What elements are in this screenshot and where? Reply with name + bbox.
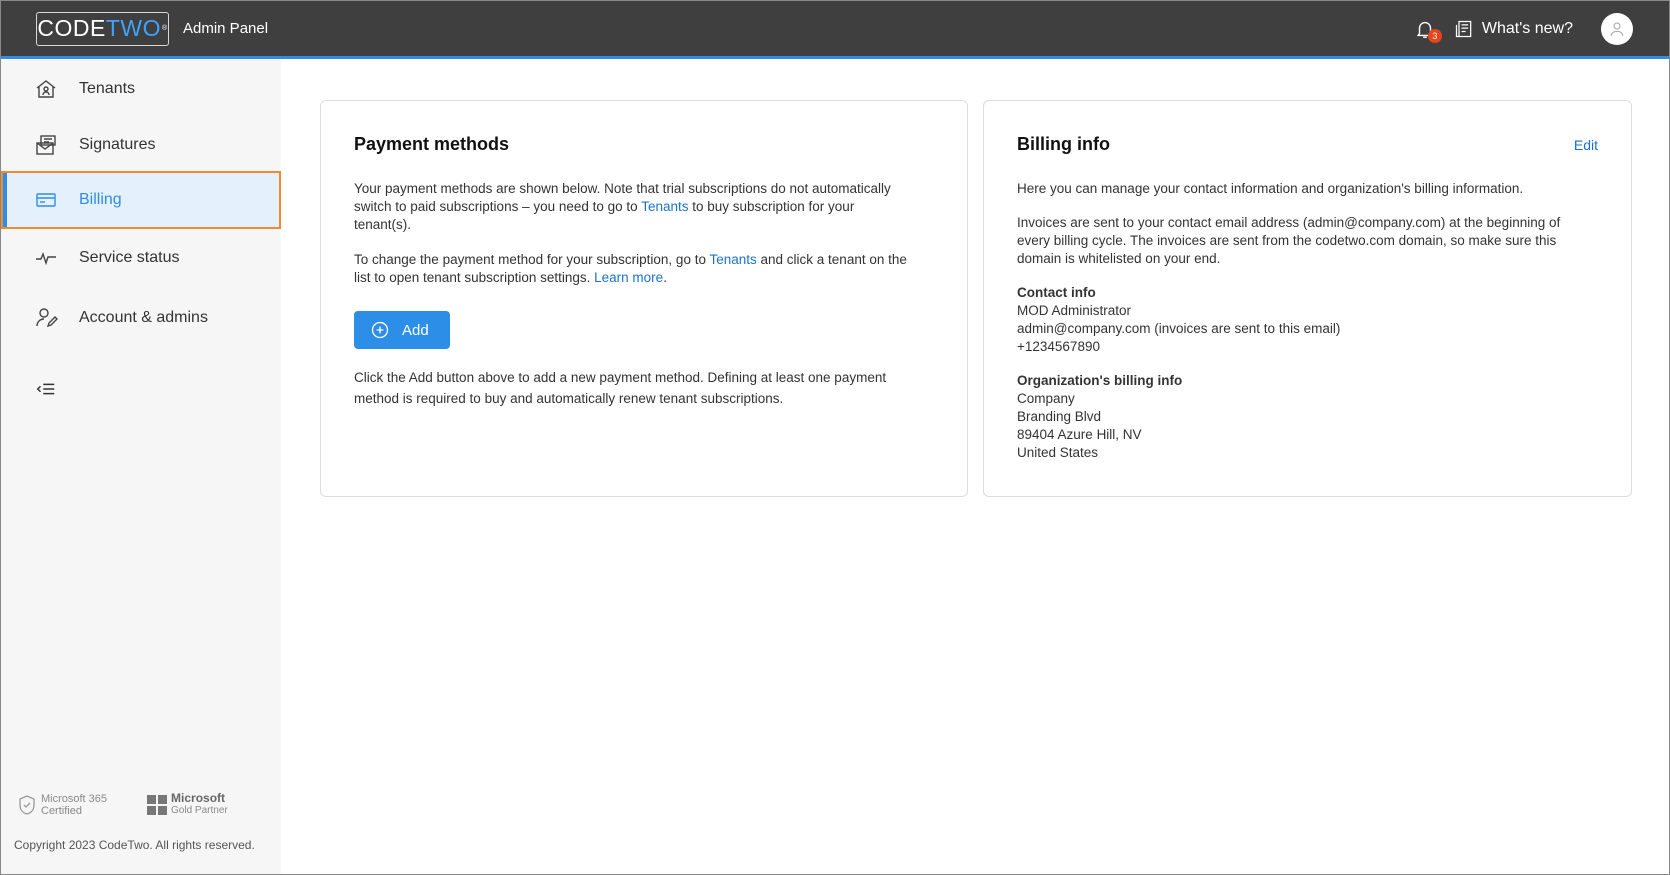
logo-trademark: ® bbox=[161, 25, 168, 32]
microsoft-logo-icon bbox=[147, 794, 168, 815]
billing-invoice-line1: Invoices are sent to your contact email … bbox=[1017, 215, 1561, 230]
payment-p2-line2: list to open tenant subscription setting… bbox=[354, 269, 667, 287]
user-avatar[interactable] bbox=[1601, 12, 1633, 45]
payment-p1-line1: Your payment methods are shown below. No… bbox=[354, 181, 891, 196]
sidebar-item-label: Billing bbox=[79, 191, 122, 208]
badge2-line1: Microsoft bbox=[171, 791, 226, 805]
tenants-link-2[interactable]: Tenants bbox=[709, 252, 756, 267]
sidebar-item-service-status[interactable]: Service status bbox=[1, 229, 281, 287]
org-billing-heading: Organization's billing info bbox=[1017, 373, 1183, 388]
learn-more-link[interactable]: Learn more bbox=[594, 270, 663, 285]
user-edit-icon bbox=[36, 308, 58, 328]
billing-invoice-line2: every billing cycle. The invoices are se… bbox=[1017, 233, 1557, 248]
copyright-text: Copyright 2023 CodeTwo. All rights reser… bbox=[14, 838, 255, 852]
contact-email: admin@company.com (invoices are sent to … bbox=[1017, 321, 1341, 336]
logo-text-two: TWO bbox=[105, 15, 161, 41]
microsoft-365-certified-badge: Microsoft 365 Certified bbox=[17, 793, 107, 817]
card-icon bbox=[36, 193, 56, 207]
billing-info-card: Billing info Edit Here you can manage yo… bbox=[983, 100, 1632, 497]
payment-methods-title: Payment methods bbox=[354, 134, 510, 154]
collapse-sidebar-button[interactable] bbox=[35, 378, 57, 400]
edit-billing-link[interactable]: Edit bbox=[1574, 137, 1598, 153]
billing-info-title: Billing info bbox=[1017, 134, 1110, 154]
microsoft-gold-partner-badge: Microsoft Gold Partner bbox=[147, 792, 228, 817]
notification-badge: 3 bbox=[1427, 28, 1442, 43]
billing-intro: Here you can manage your contact informa… bbox=[1017, 181, 1524, 196]
collapse-menu-icon bbox=[36, 383, 55, 395]
home-icon bbox=[36, 80, 56, 98]
sidebar-item-label: Account & admins bbox=[79, 309, 208, 326]
badge2-line2: Gold Partner bbox=[171, 805, 228, 816]
payment-p3-line1: Click the Add button above to add a new … bbox=[354, 370, 887, 385]
sidebar-item-tenants[interactable]: Tenants bbox=[1, 60, 281, 118]
payment-p2b-text: list to open tenant subscription setting… bbox=[354, 270, 595, 285]
user-icon bbox=[1610, 21, 1624, 36]
payment-p1-text-end: to buy subscription for your bbox=[688, 199, 855, 214]
sidebar: Tenants Signatures Billing Service statu… bbox=[1, 60, 281, 874]
notifications-button[interactable]: 3 bbox=[1414, 18, 1442, 43]
contact-phone: +1234567890 bbox=[1017, 339, 1100, 354]
news-icon bbox=[1455, 20, 1472, 37]
logo-text-code: CODE bbox=[37, 15, 106, 41]
payment-p2-line1: To change the payment method for your su… bbox=[354, 251, 907, 269]
top-bar: CODE TWO ® Admin Panel 3 What's new? bbox=[1, 1, 1669, 59]
sidebar-item-billing[interactable]: Billing bbox=[1, 171, 281, 229]
payment-p1-line3: tenant(s). bbox=[354, 217, 412, 232]
payment-p2-text: To change the payment method for your su… bbox=[354, 252, 710, 267]
shield-check-icon bbox=[19, 794, 35, 815]
contact-info-heading: Contact info bbox=[1017, 285, 1096, 300]
partner-badges: Microsoft 365 Certified Microsoft Gold Par… bbox=[17, 792, 228, 817]
pulse-icon bbox=[36, 251, 56, 266]
payment-methods-card: Payment methods Your payment methods are… bbox=[320, 100, 968, 497]
payment-p1-line2: switch to paid subscriptions – you need … bbox=[354, 198, 854, 216]
sidebar-item-account-admins[interactable]: Account & admins bbox=[1, 289, 281, 347]
org-name: Company bbox=[1017, 391, 1075, 406]
sidebar-item-label: Signatures bbox=[79, 136, 156, 153]
contact-name: MOD Administrator bbox=[1017, 303, 1132, 318]
tenants-link[interactable]: Tenants bbox=[641, 199, 688, 214]
org-country: United States bbox=[1017, 445, 1099, 460]
org-city: 89404 Azure Hill, NV bbox=[1017, 427, 1142, 442]
payment-p2b-period: . bbox=[663, 270, 667, 285]
badge1-line1: Microsoft 365 bbox=[41, 792, 108, 805]
billing-invoice-line3: domain is whitelisted on your end. bbox=[1017, 251, 1221, 266]
app-title: Admin Panel bbox=[183, 20, 269, 37]
payment-p3-line2: method is required to buy and automatica… bbox=[354, 391, 784, 406]
sidebar-item-label: Service status bbox=[79, 249, 180, 266]
badge1-line2: Certified bbox=[41, 804, 82, 817]
sidebar-item-label: Tenants bbox=[79, 80, 136, 97]
payment-p1-text: switch to paid subscriptions – you need … bbox=[354, 199, 642, 214]
plus-circle-icon bbox=[371, 321, 389, 339]
add-payment-method-button[interactable]: Add bbox=[354, 311, 450, 349]
signature-icon bbox=[36, 135, 56, 155]
sidebar-item-signatures[interactable]: Signatures bbox=[1, 116, 281, 174]
whats-new-label: What's new? bbox=[1481, 19, 1573, 37]
add-button-label: Add bbox=[402, 321, 429, 339]
payment-p2-text-end: and click a tenant on the bbox=[756, 252, 907, 267]
codetwo-logo[interactable]: CODE TWO ® bbox=[36, 11, 169, 46]
whats-new-button[interactable]: What's new? bbox=[1454, 19, 1573, 39]
org-street: Branding Blvd bbox=[1017, 409, 1102, 424]
